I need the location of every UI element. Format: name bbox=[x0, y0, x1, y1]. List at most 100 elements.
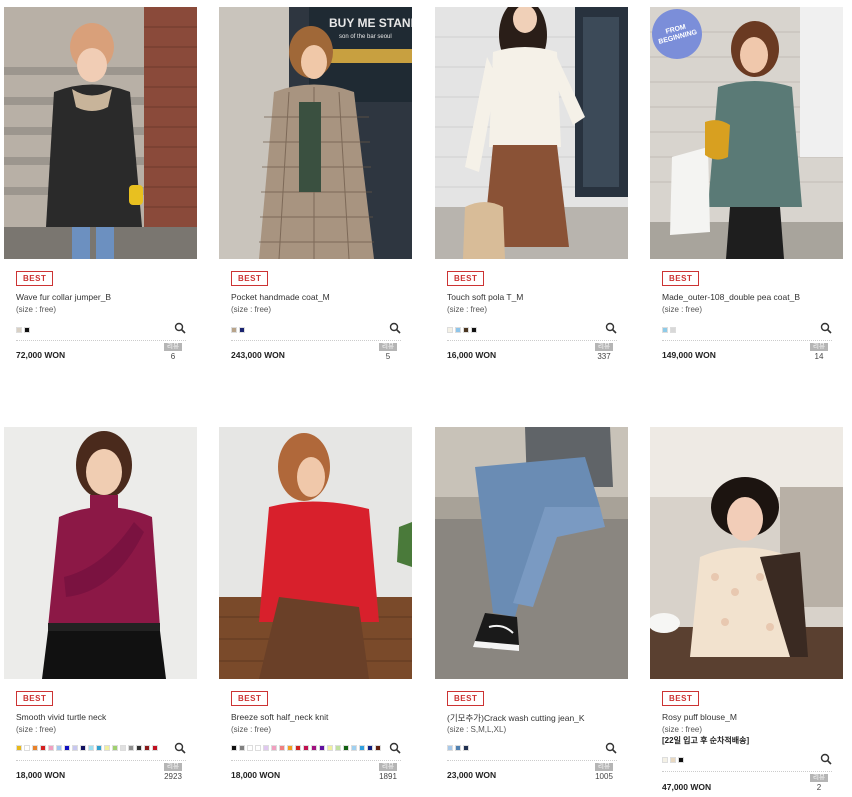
product-name[interactable]: Touch soft pola T_M bbox=[447, 292, 523, 302]
search-icon[interactable] bbox=[605, 322, 617, 334]
color-swatch[interactable] bbox=[279, 745, 285, 751]
color-swatch[interactable] bbox=[80, 745, 86, 751]
product-name[interactable]: Wave fur collar jumper_B bbox=[16, 292, 111, 302]
review-badge[interactable]: 리뷰 337 bbox=[595, 343, 613, 362]
search-icon[interactable] bbox=[820, 322, 832, 334]
color-swatch[interactable] bbox=[375, 745, 381, 751]
color-swatch[interactable] bbox=[367, 745, 373, 751]
review-label: 리뷰 bbox=[810, 343, 828, 351]
color-swatch[interactable] bbox=[40, 745, 46, 751]
color-swatch[interactable] bbox=[32, 745, 38, 751]
color-swatch[interactable] bbox=[670, 757, 676, 763]
search-icon[interactable] bbox=[174, 742, 186, 754]
color-swatch[interactable] bbox=[24, 327, 30, 333]
review-count: 2923 bbox=[164, 772, 182, 781]
review-badge[interactable]: 리뷰 1005 bbox=[595, 763, 613, 782]
color-swatch[interactable] bbox=[96, 745, 102, 751]
color-swatch[interactable] bbox=[88, 745, 94, 751]
color-swatch[interactable] bbox=[455, 327, 461, 333]
review-label: 리뷰 bbox=[379, 763, 397, 771]
color-swatch[interactable] bbox=[447, 327, 453, 333]
color-swatch[interactable] bbox=[231, 327, 237, 333]
color-swatch[interactable] bbox=[327, 745, 333, 751]
color-swatches bbox=[231, 745, 386, 751]
review-badge[interactable]: 리뷰 2923 bbox=[164, 763, 182, 782]
review-badge[interactable]: 리뷰 5 bbox=[379, 343, 397, 362]
color-swatch[interactable] bbox=[455, 745, 461, 751]
color-swatch[interactable] bbox=[662, 327, 668, 333]
review-badge[interactable]: 리뷰 2 bbox=[810, 774, 828, 793]
search-icon[interactable] bbox=[389, 322, 401, 334]
color-swatch[interactable] bbox=[16, 327, 22, 333]
color-swatch[interactable] bbox=[343, 745, 349, 751]
color-swatch[interactable] bbox=[64, 745, 70, 751]
color-swatch[interactable] bbox=[319, 745, 325, 751]
color-swatch[interactable] bbox=[247, 745, 253, 751]
product-price: 72,000 WON bbox=[16, 350, 66, 360]
color-swatch[interactable] bbox=[271, 745, 277, 751]
divider bbox=[16, 760, 186, 761]
color-swatch[interactable] bbox=[24, 745, 30, 751]
color-swatch[interactable] bbox=[144, 745, 150, 751]
color-swatch[interactable] bbox=[303, 745, 309, 751]
color-swatch[interactable] bbox=[678, 757, 684, 763]
color-swatch[interactable] bbox=[239, 745, 245, 751]
color-swatch[interactable] bbox=[463, 745, 469, 751]
color-swatch[interactable] bbox=[295, 745, 301, 751]
color-swatch[interactable] bbox=[447, 745, 453, 751]
color-swatch[interactable] bbox=[287, 745, 293, 751]
best-badge: BEST bbox=[447, 691, 485, 706]
color-swatches bbox=[447, 327, 615, 333]
color-swatch[interactable] bbox=[670, 327, 676, 333]
search-icon[interactable] bbox=[820, 753, 832, 765]
color-swatch[interactable] bbox=[16, 745, 22, 751]
search-icon[interactable] bbox=[174, 322, 186, 334]
color-swatch[interactable] bbox=[335, 745, 341, 751]
review-badge[interactable]: 리뷰 14 bbox=[810, 343, 828, 362]
product-photo[interactable] bbox=[650, 427, 843, 679]
product-photo[interactable] bbox=[4, 427, 197, 679]
review-badge[interactable]: 리뷰 1891 bbox=[379, 763, 397, 782]
product-name[interactable]: Smooth vivid turtle neck bbox=[16, 712, 106, 722]
color-swatch[interactable] bbox=[471, 327, 477, 333]
color-swatch[interactable] bbox=[662, 757, 668, 763]
color-swatches bbox=[662, 757, 830, 763]
review-label: 리뷰 bbox=[595, 763, 613, 771]
product-name[interactable]: Made_outer-108_double pea coat_B bbox=[662, 292, 800, 302]
color-swatch[interactable] bbox=[351, 745, 357, 751]
product-photo[interactable] bbox=[219, 427, 412, 679]
photo-woman-beanie bbox=[4, 7, 197, 259]
product-name[interactable]: Rosy puff blouse_M bbox=[662, 712, 737, 722]
product-photo[interactable] bbox=[4, 7, 197, 259]
product-photo[interactable]: BUY ME STAND son of the bar seoul bbox=[219, 7, 412, 259]
review-count: 1891 bbox=[379, 772, 397, 781]
search-icon[interactable] bbox=[389, 742, 401, 754]
color-swatch[interactable] bbox=[104, 745, 110, 751]
review-count: 1005 bbox=[595, 772, 613, 781]
color-swatch[interactable] bbox=[128, 745, 134, 751]
color-swatch[interactable] bbox=[48, 745, 54, 751]
product-name[interactable]: Breeze soft half_neck knit bbox=[231, 712, 328, 722]
product-photo[interactable] bbox=[435, 427, 628, 679]
color-swatch[interactable] bbox=[463, 327, 469, 333]
search-icon[interactable] bbox=[605, 742, 617, 754]
product-photo[interactable] bbox=[435, 7, 628, 259]
color-swatch[interactable] bbox=[152, 745, 158, 751]
color-swatch[interactable] bbox=[112, 745, 118, 751]
color-swatch[interactable] bbox=[72, 745, 78, 751]
divider bbox=[231, 760, 401, 761]
divider bbox=[662, 771, 832, 772]
color-swatch[interactable] bbox=[120, 745, 126, 751]
product-photo[interactable]: FROM BEGINNING bbox=[650, 7, 843, 259]
color-swatch[interactable] bbox=[231, 745, 237, 751]
color-swatch[interactable] bbox=[136, 745, 142, 751]
color-swatch[interactable] bbox=[239, 327, 245, 333]
color-swatch[interactable] bbox=[56, 745, 62, 751]
color-swatch[interactable] bbox=[359, 745, 365, 751]
product-name[interactable]: (기모추가)Crack wash cutting jean_K bbox=[447, 712, 585, 724]
color-swatch[interactable] bbox=[255, 745, 261, 751]
review-badge[interactable]: 리뷰 6 bbox=[164, 343, 182, 362]
product-name[interactable]: Pocket handmade coat_M bbox=[231, 292, 330, 302]
color-swatch[interactable] bbox=[263, 745, 269, 751]
color-swatch[interactable] bbox=[311, 745, 317, 751]
